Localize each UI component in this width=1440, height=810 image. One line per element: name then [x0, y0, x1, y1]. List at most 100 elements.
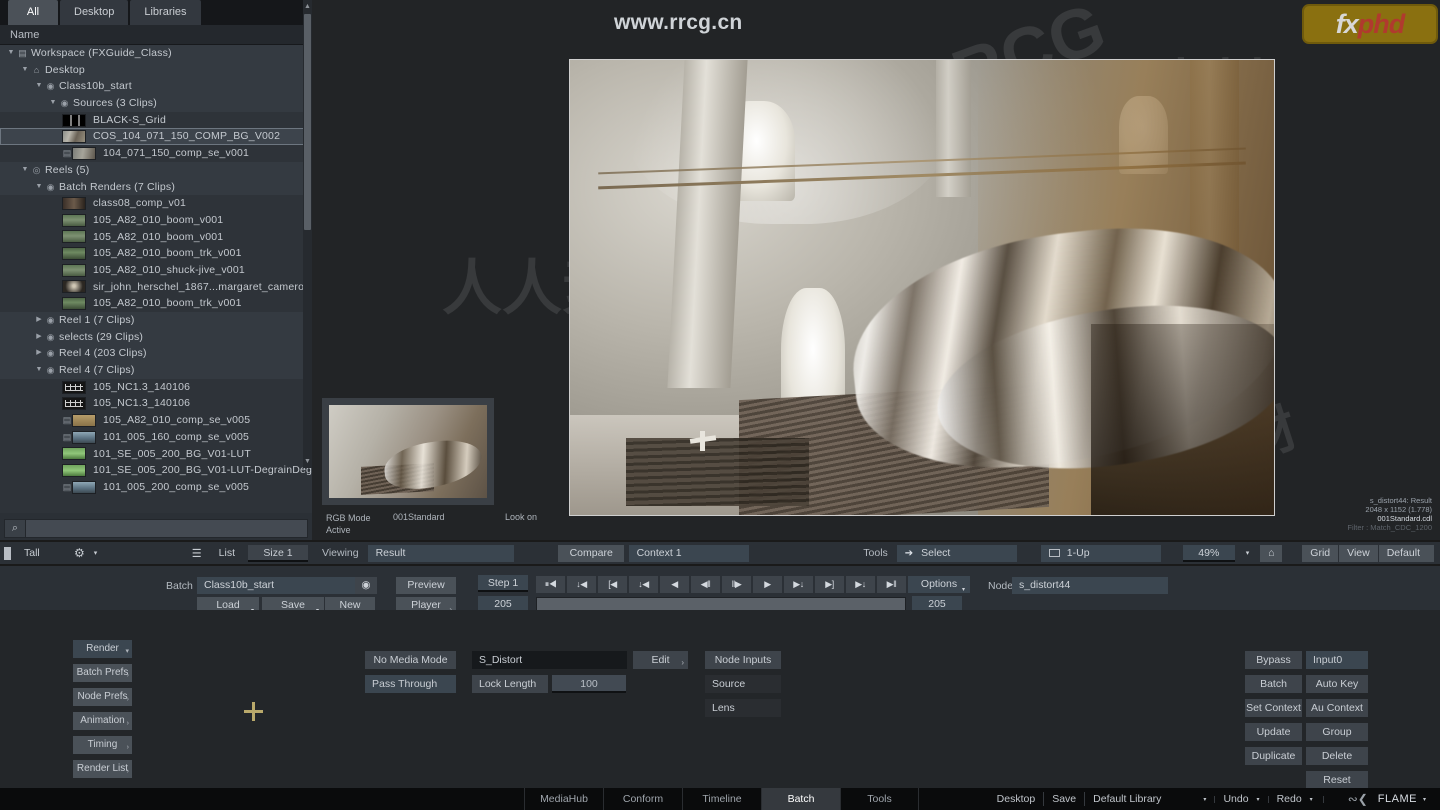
media-tree[interactable]: ▼ ▤ Workspace (FXGuide_Class) ▼ ⌂ Desktop ▼ ◉ Cl… [0, 45, 312, 513]
node-name-field[interactable]: s_distort44 [1012, 577, 1168, 594]
disclosure-down-icon[interactable]: ▼ [34, 78, 44, 95]
desktop-button[interactable]: Desktop [989, 792, 1045, 806]
tab-timeline[interactable]: Timeline [682, 788, 761, 810]
group-button[interactable]: Group [1306, 723, 1368, 741]
zoom-chevron-down-icon[interactable]: ▾ [1240, 549, 1256, 557]
grid-button[interactable]: Grid [1302, 544, 1339, 562]
transport-prev-keyframe[interactable]: ⏸◀ [536, 576, 565, 593]
tab-libraries[interactable]: Libraries [130, 0, 201, 25]
size-selector[interactable]: Size 1 [248, 544, 308, 562]
transport-back[interactable]: ◀ [660, 576, 689, 593]
tab-mediahub[interactable]: MediaHub [524, 788, 603, 810]
node-prefs-button[interactable]: Node Prefs › [73, 688, 132, 706]
flame-app-label[interactable]: FLAME [1372, 793, 1417, 805]
node-type-field[interactable]: S_Distort [472, 651, 627, 669]
undo-button[interactable]: Undo [1215, 792, 1256, 806]
disclosure-down-icon[interactable]: ▼ [48, 95, 58, 112]
view-button[interactable]: View [1339, 544, 1378, 562]
undo-chevron-down-icon[interactable]: ▾ [1257, 795, 1269, 803]
disclosure-down-icon[interactable]: ▼ [20, 62, 30, 79]
context-field[interactable]: Context 1 [628, 544, 749, 562]
render-button[interactable]: Render ▾ [73, 640, 132, 658]
viewer-thumbnail-panel[interactable] [322, 398, 494, 505]
tree-clip-row[interactable]: class08_comp_v01 [0, 195, 312, 212]
list-view-label[interactable]: List [210, 545, 244, 562]
render-list-button[interactable]: Render List › [73, 760, 132, 778]
transport-next-edit[interactable]: ▶↓ [784, 576, 813, 593]
tree-group-row[interactable]: ▼ ◉ Class10b_start [0, 78, 312, 96]
update-button[interactable]: Update [1245, 723, 1302, 741]
batch-name-field[interactable]: Class10b_start [197, 577, 355, 594]
tree-group-row[interactable]: ▼ ◉ Sources (3 Clips) [0, 95, 312, 112]
tab-conform[interactable]: Conform [603, 788, 682, 810]
transport-step-fwd[interactable]: ‖▶ [722, 576, 751, 593]
tree-clip-row[interactable]: 105_A82_010_boom_trk_v001 [0, 245, 312, 262]
node-input-source[interactable]: Source [705, 675, 781, 693]
tree-group-row[interactable]: ▶ ◉ Reel 4 (203 Clips) [0, 345, 312, 363]
delete-button[interactable]: Delete [1306, 747, 1368, 765]
scrollbar-knob[interactable] [304, 14, 311, 230]
node-inputs-button[interactable]: Node Inputs [705, 651, 781, 669]
tree-group-row[interactable]: ▼ ◉ Reel 4 (7 Clips) [0, 362, 312, 379]
tree-clip-row[interactable]: 105_A82_010_boom_v001 [0, 229, 312, 246]
transport-end[interactable]: ▶] [815, 576, 844, 593]
no-media-mode-button[interactable]: No Media Mode [365, 651, 456, 669]
media-search[interactable]: ⌕ [4, 518, 308, 538]
batch-prefs-button[interactable]: Batch Prefs › [73, 664, 132, 682]
transport-start[interactable]: [◀ [598, 576, 627, 593]
tree-clip-row[interactable]: ▤ 101_005_160_comp_se_v005 [0, 429, 312, 446]
transport-next-keyframe[interactable]: ▶‖ [877, 576, 906, 593]
scroll-up-icon[interactable]: ▲ [304, 2, 311, 11]
library-chevron-down-icon[interactable]: ▾ [1203, 795, 1216, 803]
viewing-result-field[interactable]: Result [367, 544, 514, 562]
tree-group-row[interactable]: ▼ ◉ Batch Renders (7 Clips) [0, 178, 312, 196]
viewer-image[interactable] [569, 59, 1275, 516]
tree-group-row[interactable]: ▼ ⌂ Desktop [0, 61, 312, 79]
tree-group-row[interactable]: ▼ ▤ Workspace (FXGuide_Class) [0, 45, 312, 62]
edit-button[interactable]: Edit › [633, 651, 688, 669]
redo-chevron-down-icon[interactable]: ▾ [1310, 795, 1324, 803]
tree-clip-row[interactable]: ▤ 104_071_150_comp_se_v001 [0, 145, 312, 162]
disclosure-down-icon[interactable]: ▼ [6, 45, 16, 62]
disclosure-down-icon[interactable]: ▼ [34, 362, 44, 379]
lock-length-button[interactable]: Lock Length [472, 675, 548, 693]
home-icon[interactable]: ⌂ [1260, 544, 1283, 562]
layout-1up[interactable]: 1-Up [1040, 544, 1161, 562]
bypass-button[interactable]: Bypass [1245, 651, 1302, 669]
node-input-lens[interactable]: Lens [705, 699, 781, 717]
duplicate-button[interactable]: Duplicate [1245, 747, 1302, 765]
tree-clip-row[interactable]: 105_NC1.3_140106 [0, 395, 312, 412]
options-button[interactable]: Options ▾ [908, 576, 970, 593]
tree-clip-row[interactable]: 101_SE_005_200_BG_V01-LUT-DegrainDegrain [0, 462, 312, 479]
reset-button[interactable]: Reset [1306, 771, 1368, 789]
set-context-button[interactable]: Set Context [1245, 699, 1302, 717]
save-status-button[interactable]: Save [1044, 792, 1086, 806]
compare-button[interactable]: Compare [557, 544, 624, 562]
tree-group-row[interactable]: ▼ ◎ Reels (5) [0, 161, 312, 179]
tree-clip-row[interactable]: 105_A82_010_shuck-jive_v001 [0, 262, 312, 279]
transport-step-back[interactable]: ◀‖ [691, 576, 720, 593]
au-context-button[interactable]: Au Context [1306, 699, 1368, 717]
tree-clip-row[interactable]: 105_NC1.3_140106 [0, 379, 312, 396]
transport-prev-edit[interactable]: ↓◀ [629, 576, 658, 593]
batch-toggle-button[interactable]: Batch [1245, 675, 1302, 693]
timing-button[interactable]: Timing › [73, 736, 132, 754]
chevron-down-icon[interactable]: ▾ [92, 549, 108, 557]
disclosure-right-icon[interactable]: ▶ [34, 345, 44, 362]
list-icon[interactable]: ☰ [192, 547, 206, 560]
transport-play[interactable]: ▶ [753, 576, 782, 593]
tree-clip-row[interactable]: BLACK-S_Grid [0, 112, 312, 129]
disclosure-right-icon[interactable]: ▶ [34, 312, 44, 329]
tree-clip-row[interactable]: COS_104_071_150_COMP_BG_V002 [0, 128, 312, 146]
tree-clip-row[interactable]: ▤ 101_005_200_comp_se_v005 [0, 479, 312, 496]
gear-icon[interactable]: ⚙ [71, 546, 88, 560]
tall-label[interactable]: Tall [15, 545, 67, 562]
zoom-level[interactable]: 49% [1182, 544, 1235, 562]
transport-prev-marker[interactable]: ↓◀ [567, 576, 596, 593]
tree-clip-row[interactable]: sir_john_herschel_1867...margaret_camero… [0, 279, 312, 296]
redo-button[interactable]: Redo [1269, 792, 1310, 806]
flame-chevron-down-icon[interactable]: ▾ [1417, 796, 1434, 803]
select-tool[interactable]: ➔ Select [896, 544, 1017, 562]
library-selector[interactable]: Default Library [1085, 792, 1203, 806]
tree-clip-row[interactable]: 105_A82_010_boom_trk_v001 [0, 295, 312, 312]
